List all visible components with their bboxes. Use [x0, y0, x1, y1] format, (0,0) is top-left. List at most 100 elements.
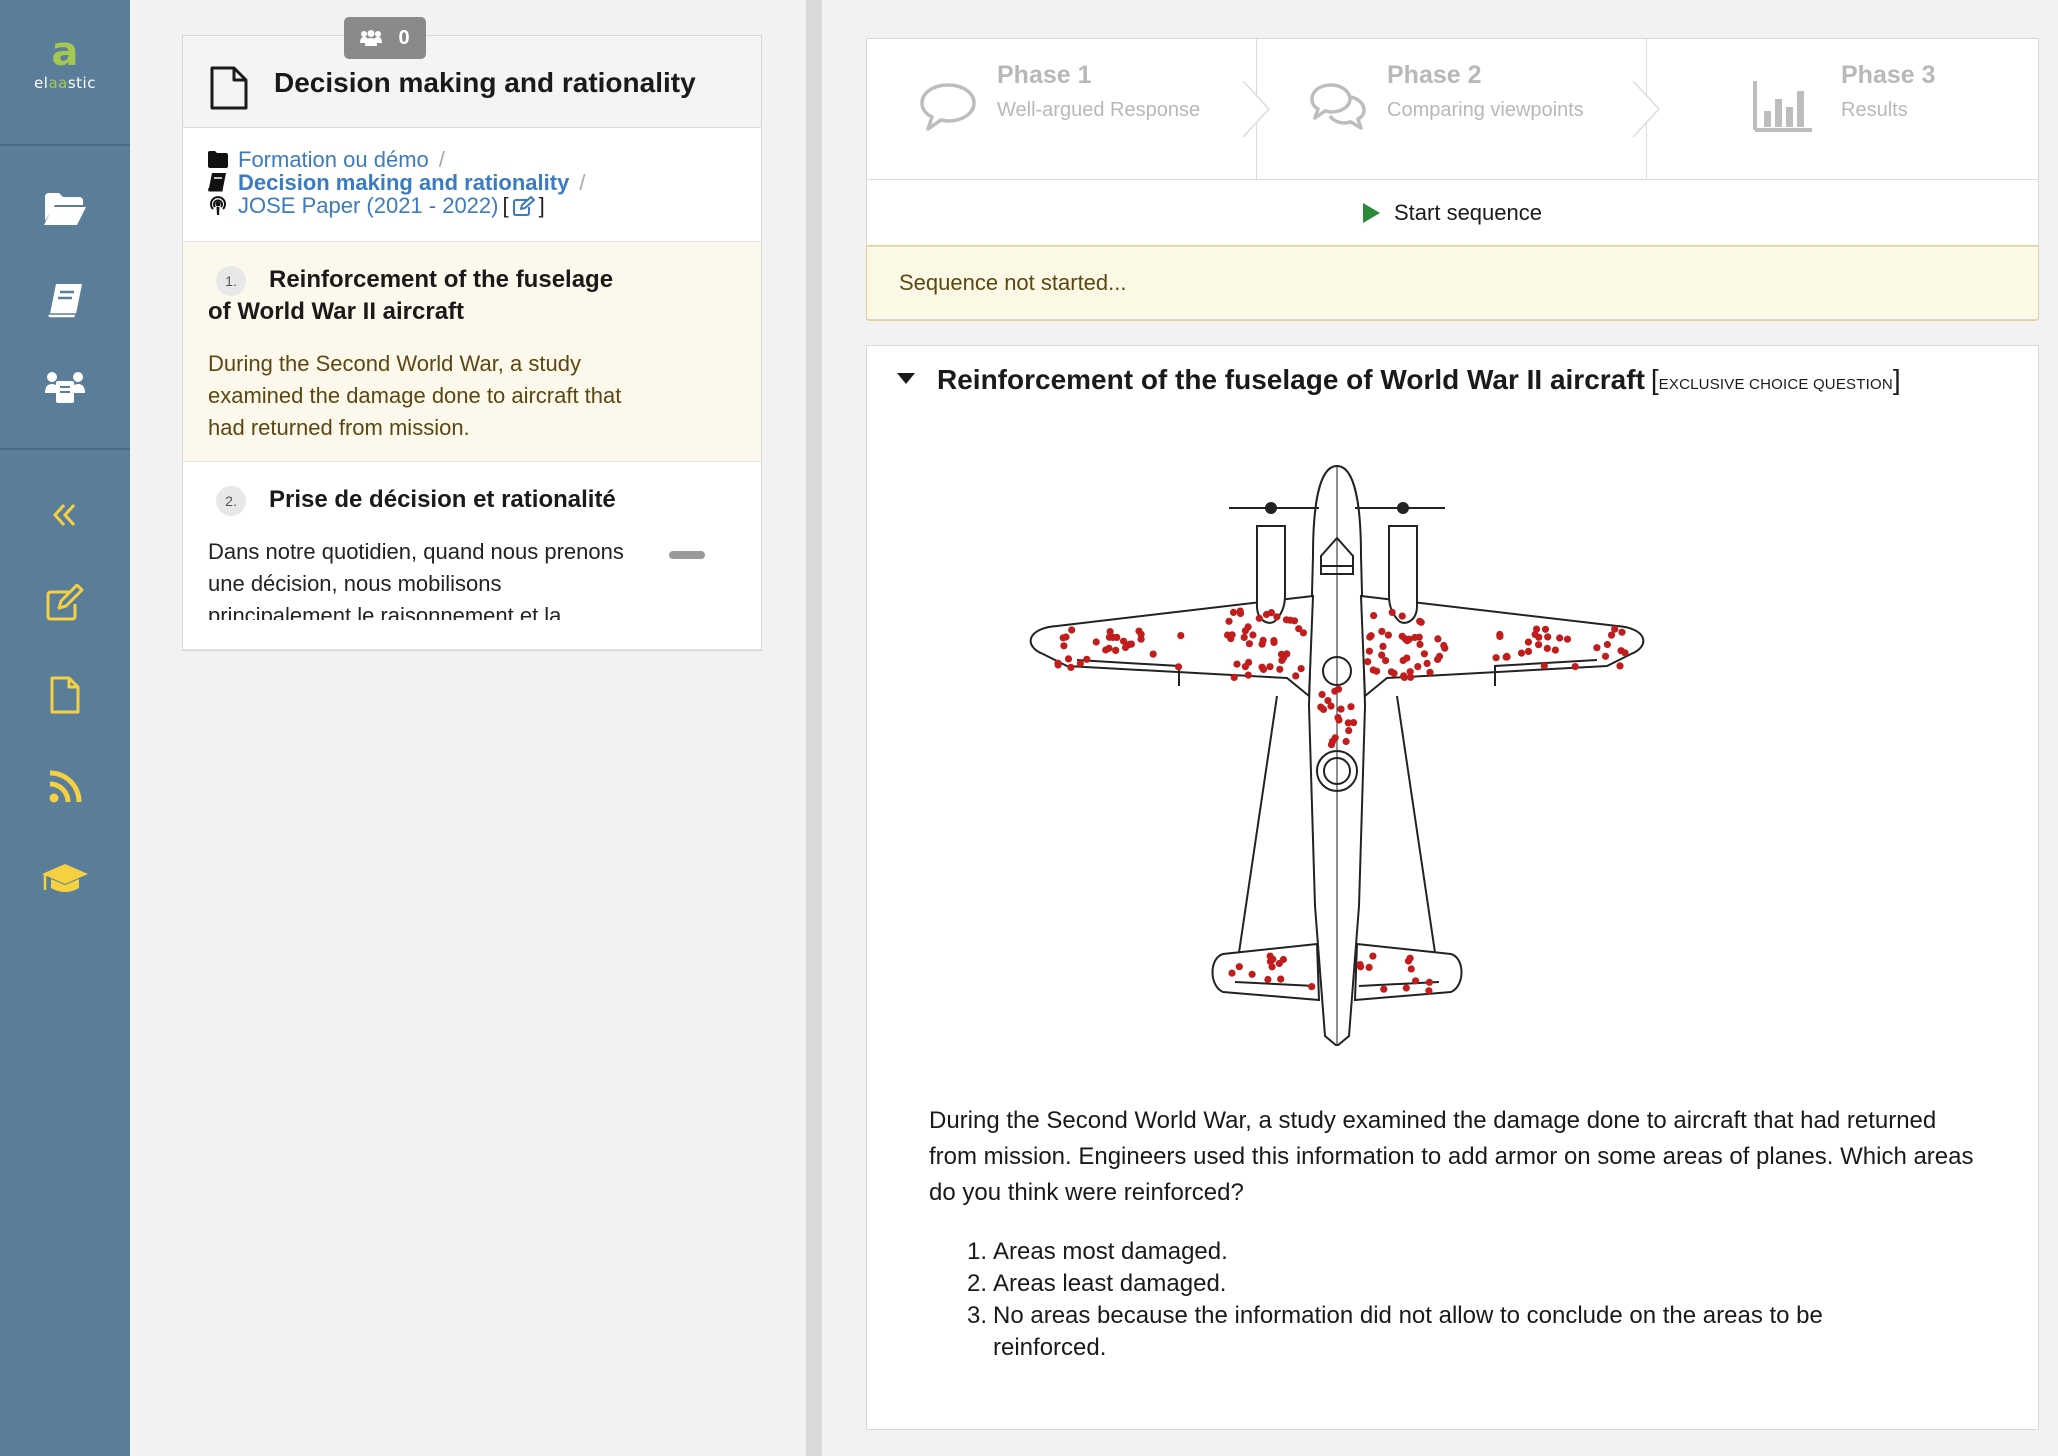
participants-badge[interactable]: 0 — [344, 17, 426, 59]
bullet-hole-dot — [1356, 961, 1364, 969]
bullet-hole-dot — [1373, 667, 1381, 675]
bullet-hole-dot — [1621, 649, 1629, 657]
breadcrumb: Formation ou démo / Decision making and … — [183, 128, 761, 242]
phase-2-step[interactable]: Phase 2 Comparing viewpoints — [1257, 39, 1660, 179]
bullet-hole-dot — [1248, 970, 1256, 978]
bullet-hole-dot — [1241, 663, 1249, 671]
bullet-hole-dot — [1324, 697, 1332, 705]
statement-excerpt: Dans notre quotidien, quand nous prenons… — [208, 539, 624, 620]
bullet-hole-dot — [1317, 703, 1325, 711]
question-text: During the Second World War, a study exa… — [929, 1107, 1974, 1206]
bullet-hole-dot — [1420, 650, 1428, 658]
bullet-hole-dot — [1618, 628, 1626, 636]
bullet-hole-dot — [1541, 625, 1550, 633]
bullet-hole-dot — [1407, 965, 1415, 973]
logo-mark: a — [51, 29, 79, 75]
bullet-hole-dot — [1365, 647, 1373, 655]
phase-name: Phase 2 — [1387, 61, 1482, 89]
option-label: No areas because the information did not… — [993, 1302, 1823, 1361]
breadcrumb-course-link[interactable]: Formation ou démo — [238, 148, 429, 171]
start-sequence-label: Start sequence — [1394, 199, 1542, 225]
bullet-hole-dot — [1398, 612, 1406, 620]
bullet-hole-dot — [1235, 963, 1243, 971]
phase-subtitle: Comparing viewpoints — [1387, 99, 1584, 121]
bullet-hole-dot — [1540, 662, 1548, 670]
statement-title: Reinforcement of the fuselage of World W… — [208, 266, 614, 325]
bullet-hole-dot — [1106, 628, 1114, 636]
bullet-hole-dot — [1414, 663, 1422, 671]
bullet-hole-dot — [1556, 634, 1564, 642]
statement-item[interactable]: 2. Prise de décision et rationalité Dans… — [183, 462, 761, 650]
bullet-hole-dot — [1524, 647, 1533, 655]
phase-3-step[interactable]: Phase 3 Results — [1647, 39, 2037, 179]
bullet-hole-dot — [1369, 952, 1377, 960]
nav-communities[interactable] — [30, 356, 100, 418]
bullet-hole-dot — [1273, 613, 1281, 621]
bullet-hole-dot — [1337, 705, 1345, 713]
phase-name: Phase 1 — [997, 61, 1092, 89]
bullet-hole-dot — [1266, 952, 1274, 960]
double-chevron-left-icon — [52, 503, 76, 527]
start-sequence-button[interactable]: Start sequence — [867, 180, 2038, 246]
nav-feed[interactable] — [30, 756, 100, 818]
step-arrow — [1242, 81, 1270, 137]
bullet-hole-dot — [1270, 638, 1278, 646]
bullet-hole-dot — [1434, 655, 1442, 663]
bullet-hole-dot — [1054, 661, 1062, 669]
folder-icon — [208, 151, 228, 168]
bullet-hole-dot — [1255, 614, 1263, 622]
bullet-hole-dot — [1120, 637, 1128, 645]
nav-learner-results[interactable] — [30, 848, 100, 910]
bullet-hole-dot — [1342, 737, 1350, 746]
bullet-hole-dot — [1127, 640, 1135, 648]
nav-sequence-document[interactable] — [30, 664, 100, 726]
bullet-hole-dot — [1331, 734, 1339, 742]
bullet-hole-dot — [1308, 983, 1316, 991]
bullet-hole-dot — [1240, 633, 1248, 641]
bullet-hole-dot — [1174, 663, 1183, 671]
nav-my-subjects[interactable] — [30, 178, 100, 240]
document-icon — [50, 676, 80, 714]
question-type: [Exclusive choice question] — [1650, 364, 1901, 395]
bullet-hole-dot — [1378, 627, 1386, 635]
bullet-hole-dot — [1544, 633, 1552, 641]
phase-1-step[interactable]: Phase 1 Well-argued Response — [867, 39, 1270, 179]
breadcrumb-subject-link[interactable]: Decision making and rationality — [238, 171, 569, 194]
bullet-hole-dot — [1264, 975, 1272, 984]
bullet-hole-dot — [1417, 618, 1425, 626]
bullet-hole-dot — [1365, 963, 1373, 972]
collapse-handle[interactable] — [669, 551, 705, 559]
bullet-hole-dot — [1402, 984, 1410, 992]
bullet-hole-dot — [1492, 654, 1500, 662]
bullet-hole-dot — [1344, 719, 1352, 727]
bullet-hole-dot — [1297, 665, 1305, 673]
statement-excerpt: During the Second World War, a study exa… — [208, 351, 622, 440]
elaastic-logo[interactable]: a elaastic — [0, 30, 130, 92]
sidebar-divider — [0, 448, 130, 450]
option-item: 2. Areas least damaged. — [967, 1268, 1927, 1300]
caret-down-icon[interactable] — [897, 373, 915, 384]
logo-text: elaastic — [34, 74, 96, 92]
bullet-hole-dot — [1400, 673, 1408, 681]
nav-edit-assignment[interactable] — [30, 572, 100, 634]
nav-library[interactable] — [30, 270, 100, 332]
rss-icon — [49, 770, 82, 803]
collapse-sidebar-button[interactable] — [30, 484, 100, 546]
phase-subtitle: Well-argued Response — [997, 99, 1201, 121]
bullet-hole-dot — [1423, 659, 1431, 667]
bullet-hole-dot — [1279, 955, 1287, 964]
bullet-hole-dot — [1318, 690, 1326, 699]
bullet-hole-dot — [1411, 633, 1419, 642]
folder-open-icon — [44, 193, 86, 225]
bullet-hole-dot — [1259, 665, 1268, 673]
edit-icon[interactable] — [512, 195, 535, 216]
breadcrumb-session-link[interactable]: JOSE Paper (2021 - 2022) — [238, 194, 498, 217]
statement-item[interactable]: 1. Reinforcement of the fuselage of Worl… — [183, 242, 761, 462]
statement-title: Prise de décision et rationalité — [269, 486, 616, 513]
question-header[interactable]: Reinforcement of the fuselage of World W… — [897, 364, 1901, 396]
bullet-hole-dot — [1230, 673, 1238, 681]
sequence-panel: Decision making and rationality Formatio… — [182, 35, 762, 651]
bullet-hole-dot — [1387, 668, 1395, 676]
bullet-hole-dot — [1334, 714, 1342, 722]
bullet-hole-dot — [1380, 985, 1388, 993]
